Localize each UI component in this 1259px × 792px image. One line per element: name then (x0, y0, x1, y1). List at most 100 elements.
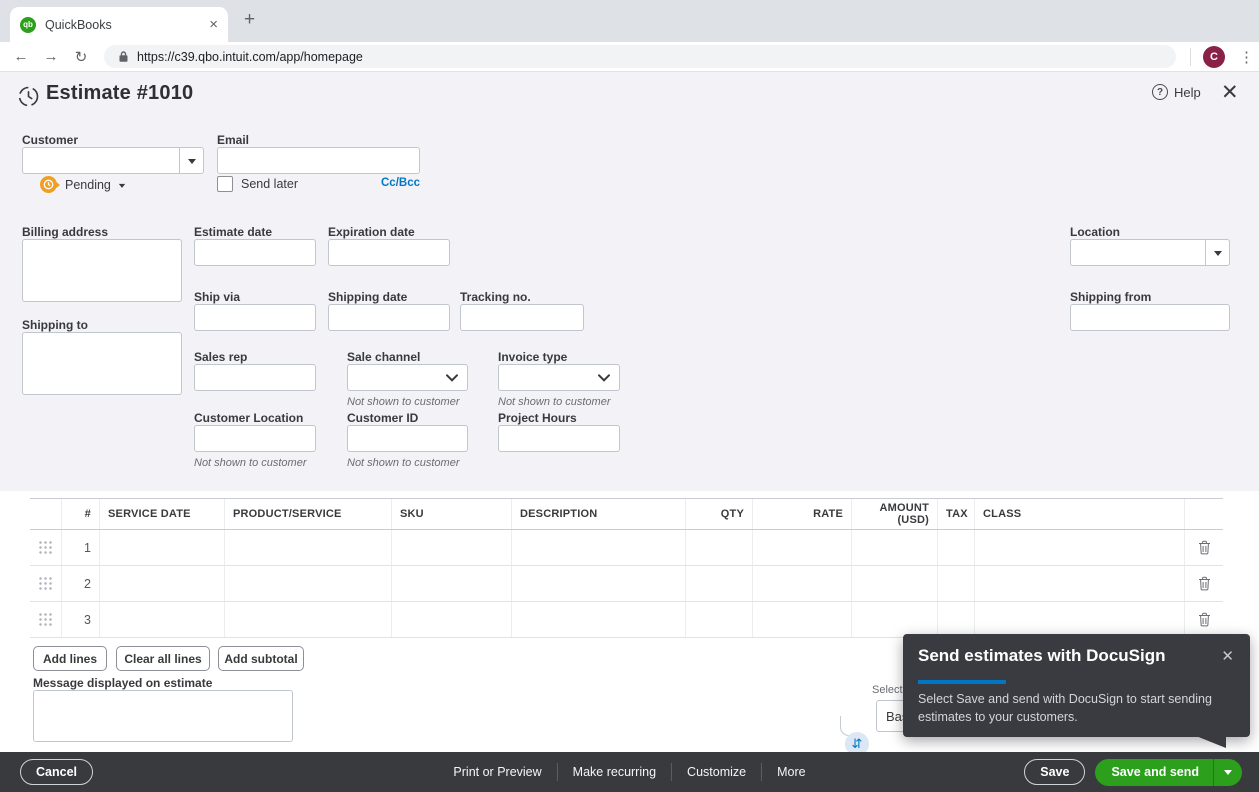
billing-address-field[interactable] (22, 239, 182, 302)
sale-channel-select[interactable] (347, 364, 468, 391)
add-lines-button[interactable]: Add lines (33, 646, 107, 671)
pending-icon (40, 176, 60, 193)
sales-rep-field[interactable] (194, 364, 316, 391)
description-cell[interactable] (512, 602, 686, 637)
drag-handle-icon[interactable] (38, 540, 53, 555)
invoice-type-select[interactable] (498, 364, 620, 391)
customer-location-field[interactable] (194, 425, 316, 452)
amount-cell[interactable] (852, 530, 938, 565)
back-icon[interactable]: ← (6, 48, 36, 65)
status-label: Pending (65, 177, 111, 192)
expiration-date-label: Expiration date (328, 225, 415, 239)
class-cell[interactable] (975, 530, 1185, 565)
delete-row-button[interactable] (1185, 530, 1223, 565)
shipping-from-field[interactable] (1070, 304, 1230, 331)
qty-cell[interactable] (686, 602, 753, 637)
save-and-send-button[interactable]: Save and send (1095, 758, 1242, 786)
browser-avatar[interactable]: C (1203, 45, 1225, 68)
new-tab-button[interactable]: + (244, 9, 255, 31)
class-cell[interactable] (975, 566, 1185, 601)
dropdown-caret-icon (1205, 240, 1229, 265)
service-date-cell[interactable] (100, 602, 225, 637)
popup-body: Select Save and send with DocuSign to st… (918, 692, 1212, 725)
popup-tail (1196, 736, 1226, 748)
tax-cell[interactable] (938, 530, 975, 565)
qty-cell[interactable] (686, 530, 753, 565)
tab-close-icon[interactable]: × (209, 17, 218, 32)
project-hours-field[interactable] (498, 425, 620, 452)
address-bar[interactable]: https://c39.qbo.intuit.com/app/homepage (104, 45, 1176, 68)
location-dropdown[interactable] (1070, 239, 1230, 266)
amount-cell[interactable] (852, 566, 938, 601)
customer-id-field[interactable] (347, 425, 468, 452)
rate-cell[interactable] (753, 530, 852, 565)
cc-bcc-link[interactable]: Cc/Bcc (348, 177, 420, 189)
table-row[interactable]: 3 (30, 602, 1223, 638)
customize-button[interactable]: Customize (672, 765, 761, 779)
service-date-cell[interactable] (100, 530, 225, 565)
tracking-no-label: Tracking no. (460, 290, 531, 304)
class-cell[interactable] (975, 602, 1185, 637)
browser-tab[interactable]: qb QuickBooks × (10, 7, 228, 42)
trash-icon (1198, 612, 1210, 627)
delete-row-button[interactable] (1185, 602, 1223, 637)
email-field[interactable] (217, 147, 420, 174)
footer-bar: Cancel Print or Preview Make recurring C… (0, 752, 1259, 792)
rate-cell[interactable] (753, 602, 852, 637)
more-button[interactable]: More (762, 765, 820, 779)
row-number: 2 (62, 566, 100, 601)
description-cell[interactable] (512, 566, 686, 601)
delete-column-header (1185, 499, 1223, 529)
forward-icon[interactable]: → (36, 48, 66, 65)
page-title: Estimate #1010 (46, 82, 194, 104)
print-or-preview-button[interactable]: Print or Preview (438, 765, 556, 779)
invoice-type-label: Invoice type (498, 350, 568, 364)
shipping-to-field[interactable] (22, 332, 182, 395)
send-later-option[interactable]: Send later (217, 176, 298, 192)
product-service-cell[interactable] (225, 602, 392, 637)
clear-all-lines-button[interactable]: Clear all lines (116, 646, 210, 671)
ship-via-field[interactable] (194, 304, 316, 331)
save-button[interactable]: Save (1024, 759, 1086, 785)
service-date-cell[interactable] (100, 566, 225, 601)
browser-toolbar: ← → ↻ https://c39.qbo.intuit.com/app/hom… (0, 42, 1259, 72)
sku-cell[interactable] (392, 602, 512, 637)
delete-row-button[interactable] (1185, 566, 1223, 601)
rate-cell[interactable] (753, 566, 852, 601)
shipping-date-field[interactable] (328, 304, 450, 331)
product-service-cell[interactable] (225, 530, 392, 565)
close-icon[interactable]: ✕ (1221, 80, 1239, 105)
expiration-date-field[interactable] (328, 239, 450, 266)
col-qty: QTY (686, 499, 753, 529)
cancel-button[interactable]: Cancel (20, 759, 93, 785)
tracking-no-field[interactable] (460, 304, 584, 331)
qty-cell[interactable] (686, 566, 753, 601)
make-recurring-button[interactable]: Make recurring (558, 765, 671, 779)
status-badge[interactable]: Pending (40, 176, 126, 193)
table-row[interactable]: 1 (30, 530, 1223, 566)
description-cell[interactable] (512, 530, 686, 565)
popup-close-icon[interactable]: ✕ (1221, 647, 1234, 665)
refresh-icon[interactable]: ↻ (66, 48, 96, 66)
sku-cell[interactable] (392, 566, 512, 601)
estimate-date-field[interactable] (194, 239, 316, 266)
tax-cell[interactable] (938, 602, 975, 637)
add-subtotal-button[interactable]: Add subtotal (218, 646, 304, 671)
drag-handle-icon[interactable] (38, 576, 53, 591)
amount-cell[interactable] (852, 602, 938, 637)
col-amount: AMOUNT (USD) (852, 499, 938, 529)
customer-dropdown[interactable] (22, 147, 204, 174)
tax-cell[interactable] (938, 566, 975, 601)
save-options-caret-icon[interactable] (1214, 765, 1242, 779)
history-icon[interactable] (17, 85, 40, 113)
send-later-checkbox[interactable] (217, 176, 233, 192)
sku-cell[interactable] (392, 530, 512, 565)
message-field[interactable] (33, 690, 293, 742)
footer-actions: Print or Preview Make recurring Customiz… (438, 763, 820, 781)
shipping-to-label: Shipping to (22, 318, 88, 332)
table-row[interactable]: 2 (30, 566, 1223, 602)
product-service-cell[interactable] (225, 566, 392, 601)
help-button[interactable]: ? Help (1152, 84, 1201, 100)
drag-handle-icon[interactable] (38, 612, 53, 627)
browser-menu-icon[interactable]: ⋮ (1239, 48, 1254, 66)
